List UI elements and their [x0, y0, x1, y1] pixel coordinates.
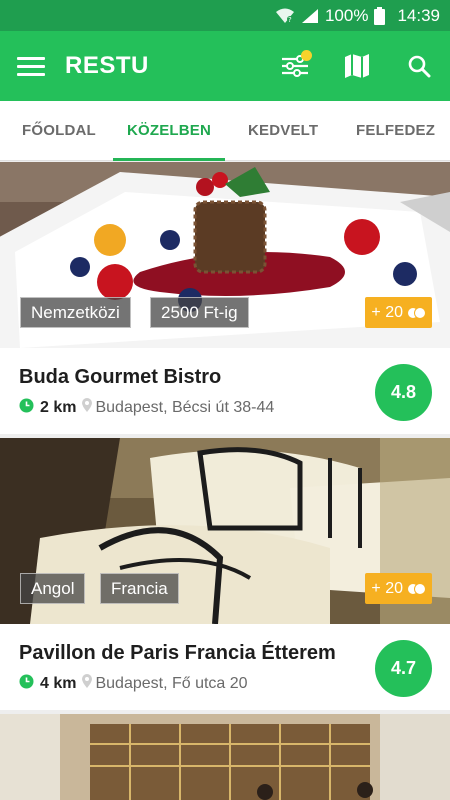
- status-bar: ? 100% 14:39: [0, 0, 450, 31]
- battery-icon: [374, 6, 386, 25]
- price-tag: 2500 Ft-ig: [150, 297, 249, 328]
- signal-icon: [301, 8, 319, 24]
- distance: 4 km: [40, 675, 77, 692]
- points-value: + 20: [371, 579, 403, 597]
- cuisine-tag: Francia: [100, 573, 179, 604]
- tab-bar: FŐOLDAL KÖZELBEN KEDVELT FELFEDEZ: [0, 101, 450, 161]
- restaurant-card[interactable]: Angol Francia + 20 Pavillon de Paris Fra…: [0, 438, 450, 710]
- clock-icon: [19, 398, 34, 418]
- rating-badge: 4.7: [375, 640, 432, 697]
- map-icon[interactable]: [342, 51, 372, 81]
- coins-icon: [407, 582, 426, 595]
- points-badge: + 20: [365, 297, 432, 328]
- tab-kozelben[interactable]: KÖZELBEN: [113, 101, 225, 161]
- restaurant-photo: [0, 714, 450, 800]
- rating-badge: 4.8: [375, 364, 432, 421]
- battery-percent: 100%: [324, 5, 369, 25]
- menu-icon[interactable]: [17, 56, 45, 76]
- app-title: RESTU: [65, 52, 149, 79]
- tab-fooldal[interactable]: FŐOLDAL: [22, 101, 96, 161]
- points-value: + 20: [371, 303, 403, 321]
- svg-text:?: ?: [288, 16, 292, 24]
- restaurant-card[interactable]: Nemzetközi 2500 Ft-ig + 20 Buda Gourmet …: [0, 162, 450, 434]
- tab-kedvelt[interactable]: KEDVELT: [248, 101, 318, 161]
- clock-icon: [19, 674, 34, 694]
- app-bar: RESTU: [0, 31, 450, 101]
- clock: 14:39: [397, 5, 440, 25]
- restaurant-name: Buda Gourmet Bistro: [19, 366, 222, 388]
- location-pin-icon: [82, 398, 93, 418]
- filter-active-dot: [301, 50, 312, 61]
- distance: 2 km: [40, 399, 77, 416]
- tab-felfedez[interactable]: FELFEDEZ: [356, 101, 435, 161]
- search-icon[interactable]: [404, 51, 434, 81]
- coins-icon: [407, 306, 426, 319]
- points-badge: + 20: [365, 573, 432, 604]
- restaurant-photo: Nemzetközi 2500 Ft-ig + 20: [0, 162, 450, 348]
- address: Budapest, Bécsi út 38-44: [95, 399, 275, 416]
- cuisine-tag: Angol: [20, 573, 86, 604]
- restaurant-photo: Angol Francia + 20: [0, 438, 450, 624]
- filter-icon[interactable]: [280, 50, 312, 81]
- wifi-icon: ?: [275, 8, 295, 24]
- location-pin-icon: [82, 674, 93, 694]
- restaurant-name: Pavillon de Paris Francia Étterem: [19, 642, 336, 664]
- restaurant-card[interactable]: [0, 714, 450, 800]
- cuisine-tag: Nemzetközi: [20, 297, 131, 328]
- address: Budapest, Fő utca 20: [95, 675, 248, 692]
